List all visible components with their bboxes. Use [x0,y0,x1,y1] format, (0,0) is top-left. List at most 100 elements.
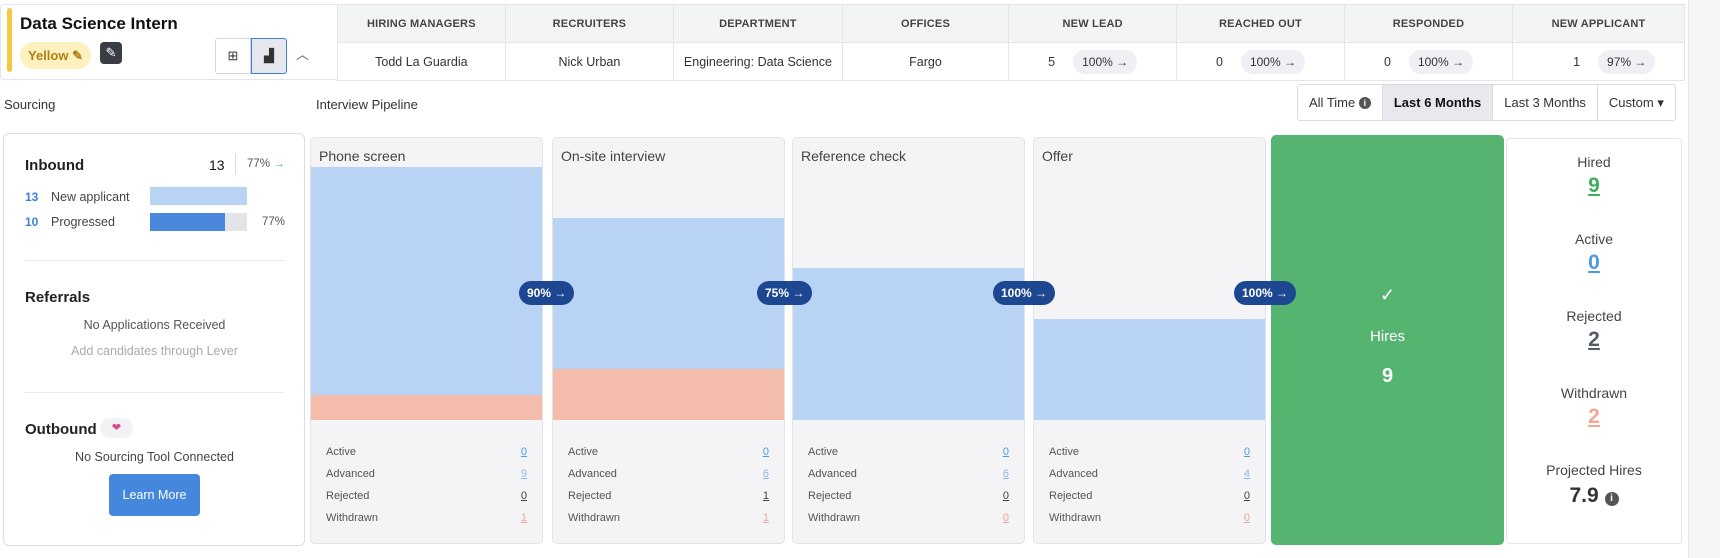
stage-card: Reference check Active 0 Advanced 6 Rejected 0… [792,137,1025,544]
stat-value-active[interactable]: 0 [763,446,769,458]
stat-label: Withdrawn [808,512,860,524]
conversion-pill: 97% → [1598,49,1656,74]
referrals-hint[interactable]: Add candidates through Lever [25,344,284,358]
conversion-pill: 100% → [1408,49,1473,74]
stat-value-rejected[interactable]: 1 [763,490,769,502]
learn-more-button[interactable]: Learn More [109,474,200,516]
summary-value[interactable]: 0 [1506,251,1682,275]
stat-label: Withdrawn [1049,512,1101,524]
hiring-manager: Todd La Guardia [337,42,506,81]
summary-withdrawn: Withdrawn 2 [1506,385,1682,429]
stat-label: Advanced [1049,468,1098,480]
stage-count: 0 [1215,54,1223,69]
column-header: DEPARTMENT [673,4,843,43]
chart-icon: ▟ [264,48,274,63]
column-header: RESPONDED [1343,4,1514,43]
advanced-bar [553,217,784,370]
filter-last-6-months[interactable]: Last 6 Months [1382,85,1494,120]
advanced-bar [1034,318,1265,420]
stat-label: Advanced [568,468,617,480]
stage-name: Phone screen [319,148,406,164]
stat-value-active[interactable]: 0 [1244,446,1250,458]
column-header: NEW APPLICANT [1512,4,1685,43]
projected-hires: Projected Hires 7.9 i [1506,462,1682,508]
inbound-rate: 77% → [247,158,285,170]
summary-label: Withdrawn [1560,385,1628,401]
projected-hires-value: 7.9 [1569,484,1599,507]
stat-value-advanced[interactable]: 4 [1244,468,1250,480]
hires-value: 9 [1381,365,1394,387]
stat-value-withdrawn[interactable]: 0 [1003,512,1009,524]
stat-label: Rejected [1049,490,1093,502]
filter-last-3-months[interactable]: Last 3 Months [1493,85,1598,120]
stat-row-withdrawn: Withdrawn 0 [808,512,1009,524]
sourcing-label: Sourcing [4,97,56,112]
stat-row-rejected: Rejected 0 [326,490,527,502]
stat-row-active: Active 0 [568,446,769,458]
hires-card: ✓ Hires 9 [1271,135,1504,545]
status-tag[interactable]: Yellow ✎ [20,42,91,69]
stat-row-active: Active 0 [1049,446,1250,458]
referrals-empty: No Applications Received [83,318,226,332]
chevron-up-icon[interactable]: ︿ [296,44,309,63]
stat-row-advanced: Advanced 4 [1049,468,1250,480]
stat-value-rejected[interactable]: 0 [1003,490,1009,502]
scrollbar[interactable] [1688,0,1720,558]
new-applicant-count[interactable]: 13 [25,190,38,204]
table-view-button[interactable]: ⊞ [215,38,251,74]
stat-row-withdrawn: Withdrawn 0 [1049,512,1250,524]
stat-label: Advanced [808,468,857,480]
summary-label: Rejected [1566,308,1622,324]
progressed-count[interactable]: 10 [25,215,38,229]
advanced-bar [311,167,542,395]
stat-value-active[interactable]: 0 [1003,446,1009,458]
stat-value-advanced[interactable]: 6 [763,468,769,480]
stat-row-active: Active 0 [326,446,527,458]
stat-value-active[interactable]: 0 [521,446,527,458]
stat-row-active: Active 0 [808,446,1009,458]
stat-label: Active [808,446,838,458]
conversion-badge: 90% → [519,281,575,305]
stage-card: On-site interview Active 0 Advanced 6 Rejecte… [552,137,785,544]
stage-count: 5 [1048,54,1056,69]
chart-view-button[interactable]: ▟ [251,38,287,74]
summary-value[interactable]: 9 [1506,174,1682,198]
stage-cell: 1 97% → [1512,42,1685,81]
stat-row-advanced: Advanced 9 [326,468,527,480]
new-applicant-label: New applicant [51,190,130,204]
stat-row-withdrawn: Withdrawn 1 [326,512,527,524]
stat-value-advanced[interactable]: 6 [1003,468,1009,480]
stage-name: Reference check [801,148,907,164]
stage-cell: 0 100% → [1343,42,1514,81]
stat-value-advanced[interactable]: 9 [521,468,527,480]
summary-active: Active 0 [1506,231,1682,275]
status-color-bar [7,8,12,72]
office: Fargo [841,42,1010,81]
stat-value-withdrawn[interactable]: 1 [763,512,769,524]
rejected-withdrawn-bar [311,394,542,420]
info-icon[interactable]: i [1604,492,1619,506]
pen-square-icon[interactable]: ✎ [100,42,122,64]
stat-value-rejected[interactable]: 0 [521,490,527,502]
summary-value[interactable]: 2 [1506,328,1682,352]
summary-label: Active [1574,231,1614,247]
outbound-empty: No Sourcing Tool Connected [75,450,234,464]
projected-hires-label: Projected Hires [1546,462,1642,478]
stat-row-advanced: Advanced 6 [808,468,1009,480]
stat-label: Rejected [326,490,370,502]
summary-value[interactable]: 2 [1506,405,1682,429]
filter-custom[interactable]: Custom ▾ [1598,85,1675,120]
stat-value-withdrawn[interactable]: 1 [521,512,527,524]
filter-all-time[interactable]: All Time i [1298,85,1383,120]
conversion-badge: 100% → [1234,281,1297,305]
progressed-pct: 77% [262,216,286,228]
inbound-total: 13 [209,157,225,173]
stat-label: Active [326,446,356,458]
column-header: HIRING MANAGERS [337,4,506,43]
progressed-label: Progressed [51,215,115,229]
conversion-badge: 75% → [757,281,813,305]
stat-value-withdrawn[interactable]: 0 [1244,512,1250,524]
stat-value-rejected[interactable]: 0 [1244,490,1250,502]
summary-label: Hired [1577,154,1611,170]
stat-label: Rejected [808,490,852,502]
